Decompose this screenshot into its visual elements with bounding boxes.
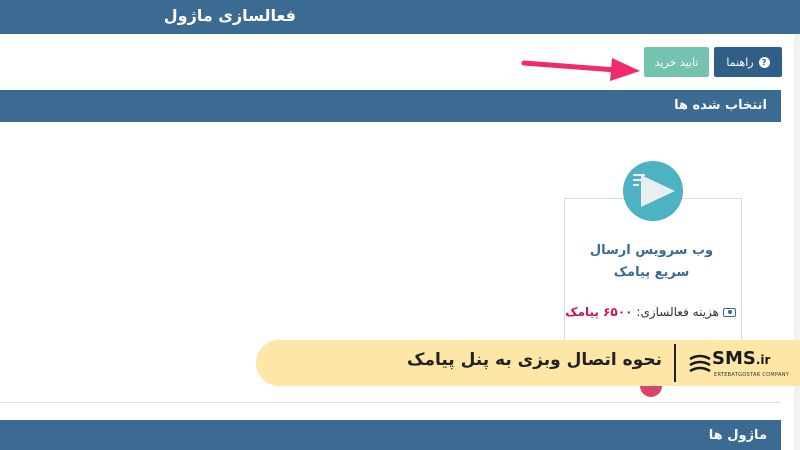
- top-header-bar: فعالسازی ماژول: [0, 0, 800, 34]
- smsir-logo: SMS.ir ERTEBATGOSTAR COMPANY: [688, 348, 798, 384]
- modules-panel-title: ماژول ها: [708, 428, 767, 443]
- help-button-label: راهنما: [726, 55, 754, 69]
- page-title: فعالسازی ماژول: [163, 6, 296, 25]
- logo-subtitle: ERTEBATGOSTAR COMPANY: [714, 372, 790, 378]
- pointer-arrow-icon: [521, 58, 640, 81]
- module-card-title[interactable]: وب سرویس ارسال سریع پیامک: [574, 240, 729, 284]
- money-icon: [723, 307, 736, 317]
- confirm-purchase-button[interactable]: تایید خرید: [644, 47, 709, 77]
- cost-value: ۶۵۰۰ پیامک: [565, 305, 633, 319]
- question-circle-icon: ?: [758, 56, 770, 68]
- cost-label: هزینه فعالسازی:: [636, 305, 719, 319]
- banner-divider: [674, 344, 676, 382]
- logo-text: SMS.ir: [712, 348, 771, 369]
- modules-panel-header: ماژول ها: [0, 420, 781, 450]
- selected-panel-header: انتخاب شده ها: [0, 90, 781, 122]
- video-play-icon: [623, 161, 683, 221]
- confirm-purchase-label: تایید خرید: [654, 55, 699, 69]
- help-button[interactable]: ? راهنما: [714, 47, 782, 77]
- module-cost-row: هزینه فعالسازی: ۶۵۰۰ پیامک: [565, 305, 736, 319]
- wave-logo-icon: [689, 354, 711, 373]
- selected-panel-title: انتخاب شده ها: [674, 98, 767, 113]
- banner-caption: نحوه اتصال وبزی به پنل پیامک: [407, 350, 662, 370]
